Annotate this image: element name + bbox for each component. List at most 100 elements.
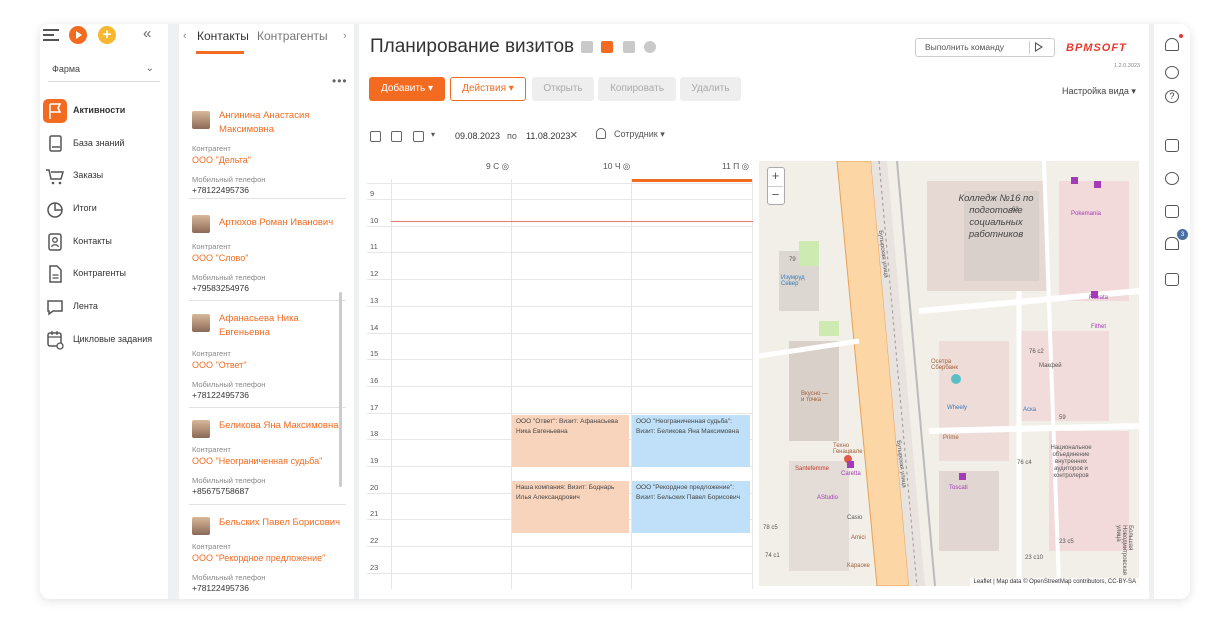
profile-status-dot <box>1179 34 1183 38</box>
date-separator: по <box>507 131 517 141</box>
clear-icon[interactable]: × <box>570 127 578 142</box>
day-header[interactable]: 9 С ◎ <box>486 161 509 172</box>
contact-account[interactable]: ООО "Рекордное предложение" <box>192 553 325 563</box>
nav-item-knowledge-base[interactable]: База знаний <box>40 129 168 159</box>
run-command-icon[interactable] <box>1035 42 1043 52</box>
map-label: Pokemania <box>1071 211 1102 217</box>
quick-add-icon[interactable]: + <box>98 26 116 44</box>
selected-day-indicator <box>631 179 753 182</box>
map-label: 76 с4 <box>1017 460 1032 466</box>
map-attribution[interactable]: Leaflet | Map data © OpenStreetMap contr… <box>970 578 1139 586</box>
contact-card[interactable]: Беликова Яна Максимовна Контрагент ООО "… <box>189 418 346 505</box>
run-process-icon[interactable] <box>69 26 87 44</box>
map[interactable]: Колледж №16 по подготовке социальных раб… <box>759 161 1139 586</box>
contact-name[interactable]: Беликова Яна Максимовна <box>219 419 346 433</box>
contact-account[interactable]: ООО "Неограниченная судьба" <box>192 456 322 466</box>
visit-event[interactable]: ООО "Рекордное предложение": Визит: Бель… <box>632 481 750 533</box>
main-area: Планирование визитов Добавить ▾ Действия… <box>359 24 1149 599</box>
more-icon[interactable]: ••• <box>332 74 348 88</box>
chat-icon[interactable] <box>1165 205 1179 218</box>
add-button[interactable]: Добавить ▾ <box>369 77 445 101</box>
gear-icon[interactable] <box>1165 66 1179 79</box>
contact-phone: +85675758687 <box>192 486 249 496</box>
contact-account[interactable]: ООО "Ответ" <box>192 360 247 370</box>
calendar-view-icon[interactable] <box>601 41 613 53</box>
contact-name[interactable]: Артюхов Роман Иванович <box>219 216 346 230</box>
calendar-month-icon[interactable] <box>413 131 424 142</box>
avatar <box>192 111 210 129</box>
contact-account[interactable]: ООО "Слово" <box>192 253 248 263</box>
collapse-icon[interactable]: « <box>143 25 151 42</box>
profile-icon[interactable] <box>1165 38 1179 51</box>
chevron-down-icon[interactable]: ▾ <box>431 130 435 139</box>
contact-phone: +79583254976 <box>192 283 249 293</box>
tab-contacts[interactable]: Контакты <box>197 29 249 43</box>
command-input[interactable]: Выполнить команду <box>915 38 1055 57</box>
visit-event[interactable]: ООО "Ответ": Визит: Афанасьева Ника Евге… <box>512 415 629 467</box>
nav-label: Итоги <box>73 203 97 213</box>
workspace-select[interactable]: Фарма ⌄ <box>48 58 160 82</box>
map-label: Осетра Сбербанк <box>931 359 958 371</box>
calendar-week-icon[interactable] <box>391 131 402 142</box>
calendar-day-icon[interactable] <box>370 131 381 142</box>
day-header[interactable]: 10 Ч ◎ <box>603 161 630 172</box>
grid-line <box>367 183 753 184</box>
email-icon[interactable] <box>1165 139 1179 152</box>
contact-phone: +78122495736 <box>192 583 249 593</box>
contact-card[interactable]: Афанасьева Ника Евгеньевна Контрагент ОО… <box>189 312 346 408</box>
day-header[interactable]: 11 П ◎ <box>722 161 749 172</box>
nav-label: Лента <box>73 301 98 311</box>
contact-name[interactable]: Бельских Павел Борисович <box>219 516 346 530</box>
chevron-right-icon[interactable]: › <box>343 30 347 42</box>
chevron-left-icon[interactable]: ‹ <box>183 30 187 42</box>
map-label: Toscati <box>949 485 968 491</box>
field-label: Мобильный телефон <box>192 476 266 485</box>
map-label: 79 <box>789 257 796 263</box>
visit-event[interactable]: ООО "Неограниченная судьба": Визит: Бели… <box>632 415 750 467</box>
nav-item-contacts[interactable]: Контакты <box>40 227 168 257</box>
tasks-icon[interactable] <box>1165 273 1179 286</box>
nav-item-activities[interactable]: Активности <box>40 96 168 126</box>
map-street: Большая Новодмитровская улица <box>1114 525 1133 575</box>
copy-button[interactable]: Копировать <box>598 77 676 101</box>
zoom-in-button[interactable]: + <box>768 168 783 183</box>
zoom-out-button[interactable]: − <box>768 186 783 202</box>
contact-card[interactable]: Ангинина Анастасия Максимовна Контрагент… <box>189 109 346 199</box>
contact-card[interactable]: Бельских Павел Борисович Контрагент ООО … <box>189 515 346 599</box>
messages-icon[interactable] <box>1165 172 1179 185</box>
list-view-icon[interactable] <box>581 41 593 53</box>
tile-view-icon[interactable] <box>623 41 635 53</box>
nav-item-accounts[interactable]: Контрагенты <box>40 259 168 289</box>
tab-accounts[interactable]: Контрагенты <box>257 29 328 43</box>
contact-name[interactable]: Афанасьева Ника Евгеньевна <box>219 312 346 340</box>
date-from[interactable]: 09.08.2023 <box>455 131 500 141</box>
chart-view-icon[interactable] <box>644 41 656 53</box>
scrollbar[interactable] <box>339 292 342 487</box>
menu-icon[interactable] <box>43 29 59 41</box>
contact-account[interactable]: ООО "Дельта" <box>192 155 251 165</box>
cart-icon <box>43 164 67 188</box>
right-nav: ? 3 <box>1154 24 1190 599</box>
hour-label: 16 <box>370 375 379 385</box>
nav-item-cycle-tasks[interactable]: Цикловые задания <box>40 325 168 355</box>
contacts-panel: ‹ Контакты Контрагенты › ••• Ангинина Ан… <box>179 24 354 599</box>
contact-card[interactable]: Артюхов Роман Иванович Контрагент ООО "С… <box>189 213 346 301</box>
nav-item-feed[interactable]: Лента <box>40 292 168 322</box>
date-to[interactable]: 11.08.2023 <box>526 131 570 141</box>
map-label: Casio <box>847 515 863 521</box>
contact-name[interactable]: Ангинина Анастасия Максимовна <box>219 109 346 137</box>
help-icon[interactable]: ? <box>1165 90 1179 103</box>
nav-item-results[interactable]: Итоги <box>40 194 168 224</box>
notifications-icon[interactable] <box>1165 237 1179 250</box>
hour-label: 9 <box>370 189 375 198</box>
open-button[interactable]: Открыть <box>532 77 594 101</box>
visit-event[interactable]: Наша компания: Визит: Боднарь Илья Алекс… <box>512 481 629 533</box>
hour-label: 12 <box>370 269 379 279</box>
actions-button[interactable]: Действия ▾ <box>450 77 526 101</box>
hour-label: 15 <box>370 349 379 359</box>
employee-filter[interactable]: Сотрудник ▾ <box>596 128 665 140</box>
view-settings-menu[interactable]: Настройка вида ▾ <box>1062 86 1136 97</box>
delete-button[interactable]: Удалить <box>680 77 741 101</box>
nav-item-orders[interactable]: Заказы <box>40 161 168 191</box>
book-icon <box>43 132 67 156</box>
